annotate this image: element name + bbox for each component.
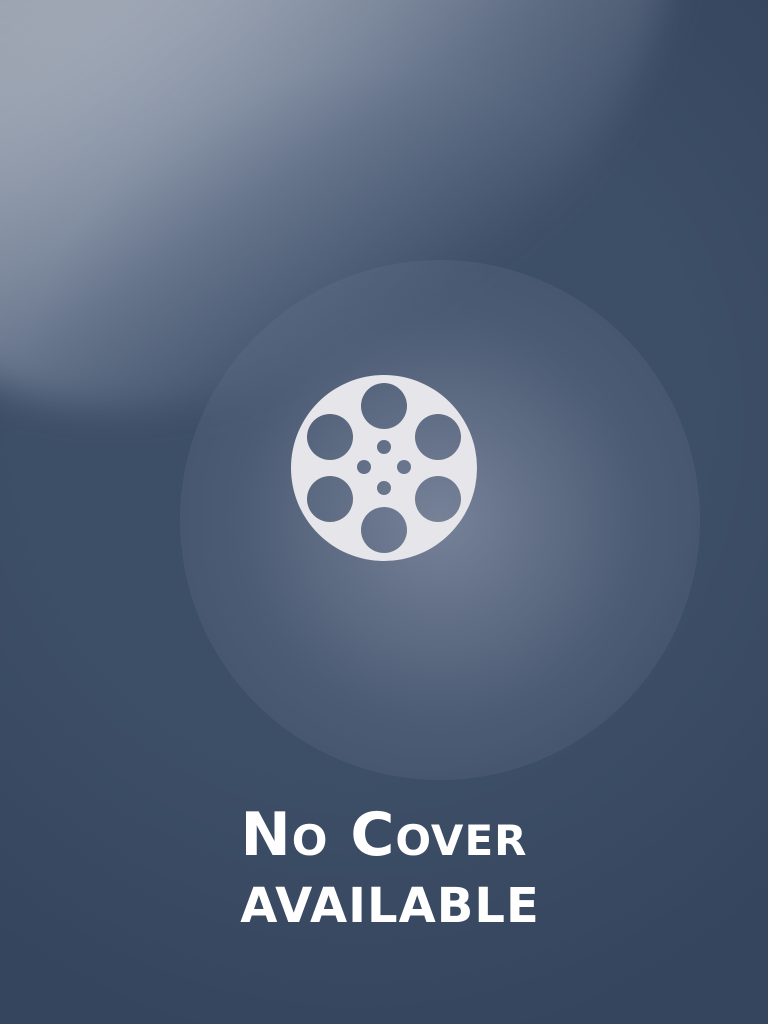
film-reel-icon xyxy=(290,374,478,562)
no-cover-poster: No Cover AVAILABLE xyxy=(0,0,768,1024)
available-text: AVAILABLE xyxy=(240,878,540,934)
no-cover-title: No Cover xyxy=(240,800,528,870)
